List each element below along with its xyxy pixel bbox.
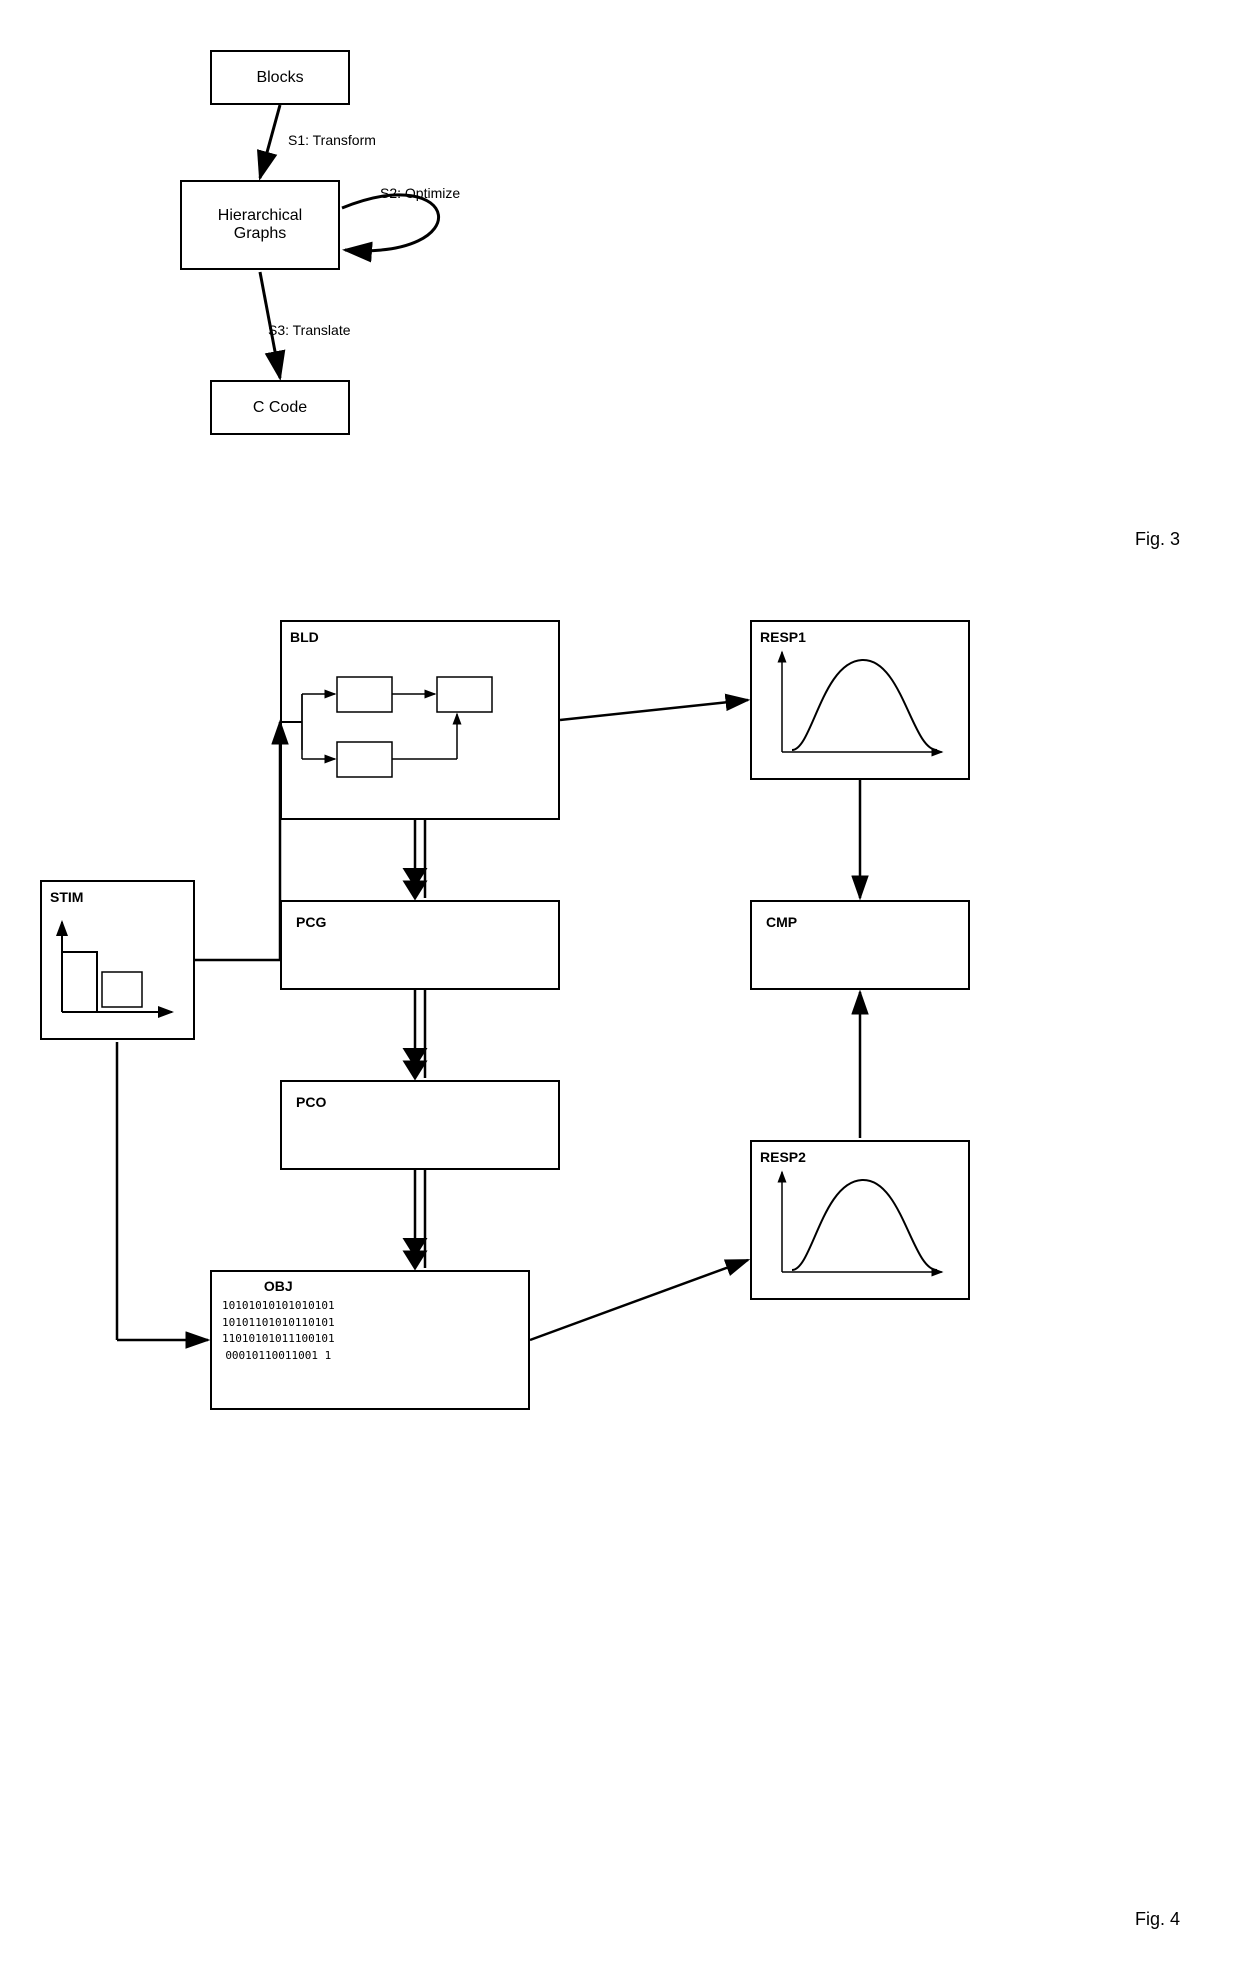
fig4-resp1-box: RESP1: [750, 620, 970, 780]
fig4-cmp-label: CMP: [760, 908, 803, 936]
fig4-obj-data: 10101010101010101 10101101010110101 1101…: [222, 1298, 335, 1364]
svg-text:BLD: BLD: [290, 629, 319, 645]
svg-text:S2: Optimize: S2: Optimize: [380, 185, 460, 201]
fig4-area: STIM: [0, 590, 1240, 1950]
fig3-ccode-box: C Code: [210, 380, 350, 435]
page-container: Blocks Hierarchical Graphs C Code: [0, 0, 1240, 1974]
fig4-pco-box: PCO: [280, 1080, 560, 1170]
fig4-cmp-box: CMP: [750, 900, 970, 990]
fig3-number: Fig. 3: [1135, 529, 1180, 550]
fig3-blocks-box: Blocks: [210, 50, 350, 105]
fig3-arrows-svg: S1: Transform S3: Translate S2: Optimize: [160, 40, 660, 520]
fig4-resp2-box: RESP2: [750, 1140, 970, 1300]
fig4-obj-content: OBJ 10101010101010101 10101101010110101 …: [222, 1278, 335, 1364]
fig3-blocks-label: Blocks: [256, 69, 303, 87]
obj-row4: 00010110011001 1: [222, 1348, 335, 1365]
svg-text:S1: Transform: S1: Transform: [288, 132, 376, 148]
fig3-hg-box: Hierarchical Graphs: [180, 180, 340, 270]
fig4-diagram: STIM: [30, 610, 1210, 1890]
bld-inner-svg: BLD: [282, 622, 562, 822]
fig4-pcg-label: PCG: [290, 908, 332, 936]
fig4-obj-box: OBJ 10101010101010101 10101101010110101 …: [210, 1270, 530, 1410]
resp2-inner-svg: RESP2: [752, 1142, 972, 1302]
fig3-area: Blocks Hierarchical Graphs C Code: [0, 20, 1240, 570]
stim-inner-svg: STIM: [42, 882, 197, 1042]
svg-text:S3: Translate: S3: Translate: [268, 322, 351, 338]
svg-text:RESP2: RESP2: [760, 1149, 806, 1165]
obj-row1: 10101010101010101: [222, 1298, 335, 1315]
fig3-hg-label: Hierarchical Graphs: [218, 207, 302, 243]
obj-row2: 10101101010110101: [222, 1315, 335, 1332]
fig3-ccode-label: C Code: [253, 399, 307, 417]
fig3-diagram: Blocks Hierarchical Graphs C Code: [160, 40, 660, 520]
fig4-bld-box: BLD: [280, 620, 560, 820]
fig4-stim-box: STIM: [40, 880, 195, 1040]
fig4-obj-label: OBJ: [222, 1278, 335, 1294]
fig4-pcg-box: PCG: [280, 900, 560, 990]
obj-row3: 11010101011100101: [222, 1331, 335, 1348]
fig4-pco-label: PCO: [290, 1088, 332, 1116]
fig4-number: Fig. 4: [1135, 1909, 1180, 1930]
svg-text:STIM: STIM: [50, 889, 83, 905]
fig4-arrows-svg: [30, 610, 1210, 1890]
resp1-inner-svg: RESP1: [752, 622, 972, 782]
svg-text:RESP1: RESP1: [760, 629, 806, 645]
